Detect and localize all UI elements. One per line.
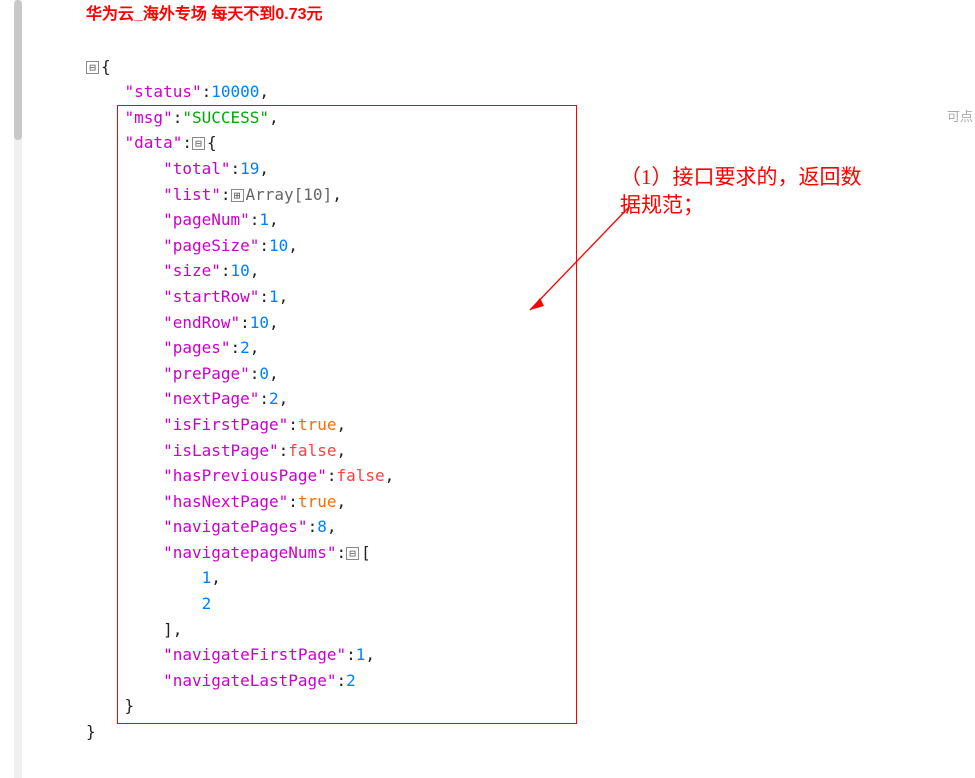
json-number: 2 — [202, 594, 212, 613]
json-number: 10000 — [211, 82, 259, 101]
json-key: "size" — [163, 261, 221, 280]
json-number: 10 — [250, 313, 269, 332]
json-key: "data" — [125, 133, 183, 152]
json-key: "list" — [163, 185, 221, 204]
scrollbar-thumb[interactable] — [14, 0, 22, 140]
json-key: "isFirstPage" — [163, 415, 288, 434]
json-viewer: ⊟{ "status":10000, "msg":"SUCCESS", "dat… — [86, 28, 394, 745]
json-key: "navigateFirstPage" — [163, 645, 346, 664]
json-number: 10 — [231, 261, 250, 280]
json-key: "hasPreviousPage" — [163, 466, 327, 485]
expand-icon[interactable]: ⊞ — [231, 189, 244, 202]
json-key: "isLastPage" — [163, 441, 279, 460]
json-key: "pageNum" — [163, 210, 250, 229]
json-number: 1 — [259, 210, 269, 229]
json-number: 1 — [269, 287, 279, 306]
json-key: "startRow" — [163, 287, 259, 306]
json-bool: false — [288, 441, 336, 460]
brace-open: { — [101, 57, 111, 76]
json-key: "pages" — [163, 338, 230, 357]
json-number: 10 — [269, 236, 288, 255]
json-number: 19 — [240, 159, 259, 178]
annotation-text: （1）接口要求的，返回数 据规范； — [620, 163, 862, 219]
json-bool: true — [298, 415, 337, 434]
json-key: "hasNextPage" — [163, 492, 288, 511]
right-hint-text: 可点 — [947, 106, 973, 125]
json-string: "SUCCESS" — [182, 108, 269, 127]
json-number: 2 — [269, 389, 279, 408]
json-key: "navigatePages" — [163, 517, 308, 536]
collapse-icon[interactable]: ⊟ — [346, 547, 359, 560]
json-number: 0 — [259, 364, 269, 383]
collapse-icon[interactable]: ⊟ — [192, 137, 205, 150]
json-number: 2 — [240, 338, 250, 357]
json-bool: false — [336, 466, 384, 485]
json-key: "msg" — [125, 108, 173, 127]
json-key: "status" — [125, 82, 202, 101]
json-number: 2 — [346, 671, 356, 690]
annotation-line-2: 据规范； — [620, 193, 704, 217]
header-ad-text[interactable]: 华为云_海外专场 每天不到0.73元 — [86, 0, 323, 24]
json-key: "nextPage" — [163, 389, 259, 408]
json-key: "navigateLastPage" — [163, 671, 336, 690]
collapse-icon[interactable]: ⊟ — [86, 61, 99, 74]
json-number: 1 — [202, 568, 212, 587]
json-key: "navigatepageNums" — [163, 543, 336, 562]
json-number: 1 — [356, 645, 366, 664]
json-key: "endRow" — [163, 313, 240, 332]
array-collapsed-label: Array[10] — [246, 185, 333, 204]
annotation-line-1: （1）接口要求的，返回数 — [620, 165, 862, 189]
json-key: "prePage" — [163, 364, 250, 383]
json-number: 8 — [317, 517, 327, 536]
json-key: "total" — [163, 159, 230, 178]
scrollbar-track[interactable] — [14, 0, 22, 778]
json-key: "pageSize" — [163, 236, 259, 255]
json-bool: true — [298, 492, 337, 511]
